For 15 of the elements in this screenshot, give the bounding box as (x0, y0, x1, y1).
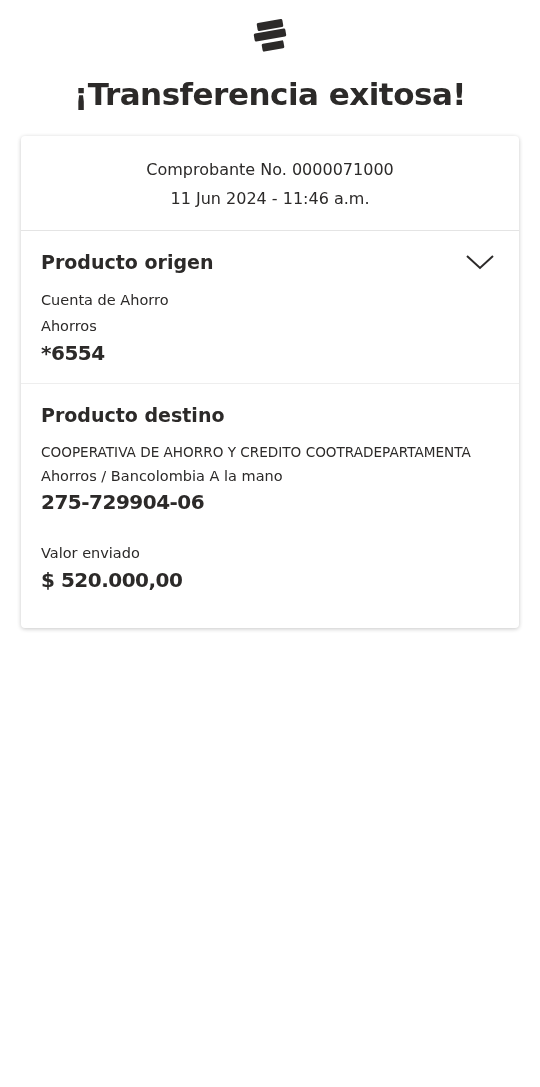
account-detail: COOPERATIVA DE AHORRO Y CREDITO COOTRADEPARTAMENTA (41, 443, 472, 462)
logo-icon (252, 18, 288, 54)
account-detail: Cuenta de Ahorro (41, 291, 170, 310)
receipt-number: Comprobante No. 0000071000 (146, 160, 394, 179)
receipt-datetime: 11 Jun 2024 - 11:46 a.m. (170, 189, 370, 208)
account-number: *6554 (41, 340, 106, 367)
amount-label: Valor enviado (41, 544, 141, 563)
amount-value: $ 520.000,00 (41, 567, 184, 594)
account-detail: Ahorros / Bancolombia A la mano (41, 467, 284, 486)
account-detail: Ahorros (41, 317, 98, 336)
account-number: 275-729904-06 (41, 489, 206, 516)
page-title: ¡Transferencia exitosa! (74, 76, 466, 112)
chevron-down-icon[interactable] (465, 254, 495, 270)
section-heading: Producto origen (41, 251, 214, 273)
section-heading: Producto destino (41, 404, 225, 426)
